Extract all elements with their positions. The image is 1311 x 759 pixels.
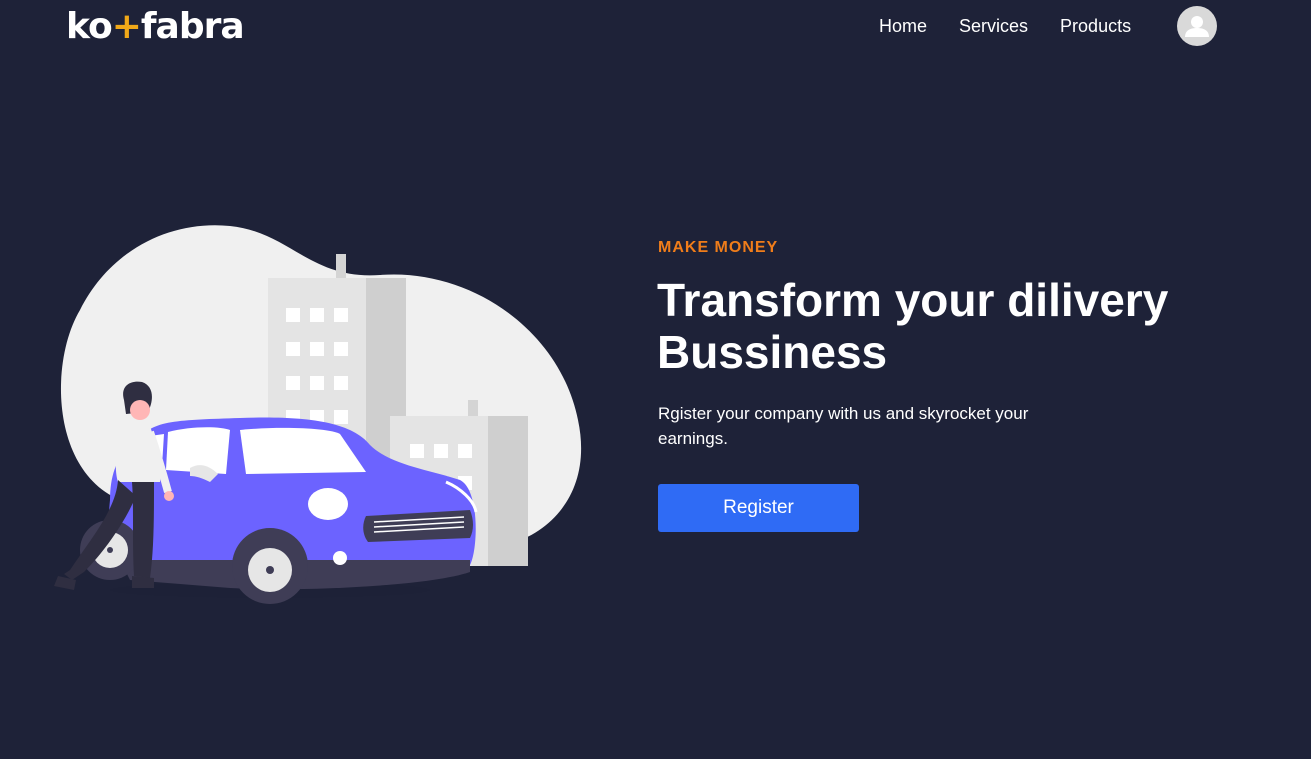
nav-item-services[interactable]: Services [959,14,1028,38]
brand-logo[interactable]: ko+fabra [66,4,245,50]
nav-item-home[interactable]: Home [879,14,927,38]
hero-headline: Transform your dilivery Bussiness [657,274,1169,378]
nav-item-products[interactable]: Products [1060,14,1131,38]
hero-eyebrow: MAKE MONEY [658,239,779,256]
user-avatar-icon[interactable] [1177,6,1217,46]
main-nav: Home Services Products [879,14,1163,38]
hero-illustration [54,225,582,604]
logo-wordmark: ko+fabra [66,6,245,47]
hero-subtext: Rgister your company with us and skyrock… [658,404,1029,448]
user-silhouette-icon [1185,16,1209,37]
page: ko+fabra Home Services Products MAKE MON… [0,0,1311,759]
register-button[interactable]: Register [658,484,859,532]
logo-mark-icon: + [111,6,142,47]
